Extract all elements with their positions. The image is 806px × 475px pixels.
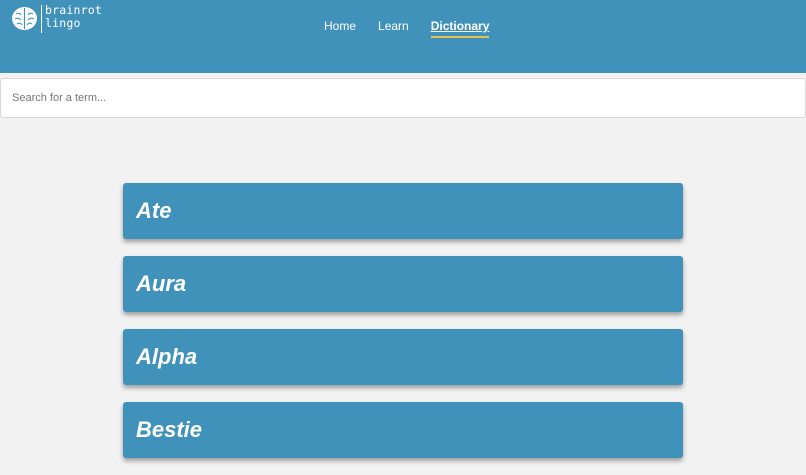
search-input[interactable]	[1, 79, 805, 117]
term-card-alpha[interactable]: Alpha	[123, 329, 683, 385]
term-card-bestie[interactable]: Bestie	[123, 402, 683, 458]
nav-home-link[interactable]: Home	[324, 19, 356, 38]
term-card-ate[interactable]: Ate	[123, 183, 683, 239]
term-title: Aura	[136, 271, 187, 296]
nav-learn-link[interactable]: Learn	[378, 19, 409, 38]
brand-text: brainrot lingo	[45, 4, 102, 30]
term-title: Alpha	[136, 344, 198, 369]
brand-logo[interactable]: brainrot lingo	[11, 4, 102, 33]
logo-divider	[41, 5, 42, 33]
nav-dictionary-link[interactable]: Dictionary	[430, 19, 490, 38]
term-card-aura[interactable]: Aura	[123, 256, 683, 312]
brain-icon	[11, 5, 38, 32]
brand-line-1: brainrot	[45, 3, 102, 17]
search-bar	[0, 78, 806, 118]
term-title: Bestie	[136, 417, 203, 442]
brand-line-2: lingo	[45, 16, 81, 30]
term-list: Ate Aura Alpha Bestie	[123, 183, 683, 475]
term-title: Ate	[136, 198, 172, 223]
site-header: brainrot lingo Home Learn Dictionary	[0, 0, 806, 73]
